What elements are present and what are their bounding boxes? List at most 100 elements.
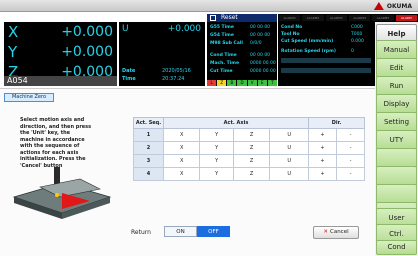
cond-row: Tool No T000 [281, 32, 363, 37]
seq-number: 3 [133, 154, 164, 168]
time-row: Cut Time 0000 00 00 [210, 69, 276, 74]
axis-select-z[interactable]: Z [232, 128, 271, 142]
alarm-item: ALARM3 [325, 15, 347, 21]
cond-row: Cut Speed (mm/min) 0.000 [281, 39, 364, 44]
axis-select-y[interactable]: Y [199, 141, 234, 155]
axis-select-x[interactable]: X [162, 128, 201, 142]
axis-select-z[interactable]: Z [232, 141, 271, 155]
axis-select-x[interactable]: X [162, 167, 201, 181]
time-value: 20:37:24 [162, 76, 185, 82]
alarm-item: ALARM4 [348, 15, 371, 21]
date-time-panel: Date 2020/05/16 Time 20:37:24 [119, 62, 205, 86]
seq-header: Act. Seq. [133, 117, 164, 129]
time-row: Time 20:37:24 [122, 76, 185, 82]
led-indicator: V [247, 80, 257, 86]
axis-row-y: Y +0.000 [4, 42, 117, 62]
seq-number: 4 [133, 167, 164, 181]
axis-select-y[interactable]: Y [199, 128, 234, 142]
u-axis-label: U [122, 24, 129, 34]
axis-select-x[interactable]: X [162, 154, 201, 168]
table-row: 1 X Y Z U + - [133, 128, 365, 142]
time-row: Mach. Time 0000 00 00 [210, 61, 276, 66]
axis-select-y[interactable]: Y [199, 167, 234, 181]
return-on-button[interactable]: ON [164, 226, 197, 237]
alarm-item: ALARM2 [302, 15, 324, 21]
condition-panel: Cond No C000 Tool No T000 Cut Speed (mm/mi… [278, 22, 375, 86]
machine-illustration [12, 167, 112, 219]
alarm-item: ALARM1 [279, 15, 301, 21]
dir-plus[interactable]: + [308, 141, 337, 155]
time-row: G54 Time 00 00 00 [210, 33, 271, 38]
axis-select-z[interactable]: Z [232, 154, 271, 168]
axis-select-u[interactable]: U [269, 167, 309, 181]
table-row: 2 X Y Z U + - [133, 141, 365, 155]
u-axis-display: U +0.000 [119, 22, 205, 62]
axis-select-u[interactable]: U [269, 141, 309, 155]
u-axis-value: +0.000 [167, 24, 201, 34]
manual-button[interactable]: Manual [376, 40, 417, 60]
title-strip: OKUMA [0, 0, 418, 12]
setting-button[interactable]: Setting [376, 112, 417, 132]
edit-button[interactable]: Edit [376, 58, 417, 78]
return-label: Return [131, 229, 151, 236]
blank-function-button[interactable] [376, 166, 417, 186]
seq-number: 1 [133, 128, 164, 142]
instruction-text: Select motion axis and direction, and th… [20, 117, 92, 169]
date-value: 2020/05/16 [162, 68, 191, 74]
axis-value: +0.000 [61, 44, 113, 60]
axis-label: X [8, 23, 19, 41]
return-toggle: ON OFF [164, 226, 230, 237]
axis-label: Y [8, 43, 18, 61]
cond-gauge-bar [281, 68, 371, 73]
alarm-bar: ALARM1 ALARM2 ALARM3 ALARM4 ALARM5 ALARM [278, 14, 418, 22]
table-row: 4 X Y Z U + - [133, 167, 365, 181]
table-row: 3 X Y Z U + - [133, 154, 365, 168]
led-indicator: E [257, 80, 267, 86]
axis-header: Act. Axis [163, 117, 309, 129]
axis-select-x[interactable]: X [162, 141, 201, 155]
status-led-row: L Z B D V E T [207, 80, 277, 86]
led-indicator: D [237, 80, 247, 86]
led-indicator: L [207, 80, 217, 86]
dir-plus[interactable]: + [308, 167, 337, 181]
date-row: Date 2020/05/16 [122, 68, 191, 74]
display-button[interactable]: Display [376, 94, 417, 114]
axis-select-z[interactable]: Z [232, 167, 271, 181]
time-row: Cond Time 00 00 00 [210, 53, 271, 58]
dir-minus[interactable]: - [336, 154, 365, 168]
program-name: A054 [7, 76, 28, 85]
time-row: M98 Sub Call 0/0/0 [210, 41, 262, 46]
sequence-table: Act. Seq. Act. Axis Dir. 1 X Y Z U + - 2… [133, 117, 365, 181]
brand-logo: OKUMA [373, 1, 412, 11]
axis-select-u[interactable]: U [269, 128, 309, 142]
blank-function-button[interactable] [376, 184, 417, 204]
cond-gauge-bar [281, 58, 371, 63]
status-title: Reset [221, 14, 238, 21]
cond-row: Cond No C000 [281, 25, 363, 30]
dir-header: Dir. [308, 117, 365, 129]
brand-name: OKUMA [386, 2, 412, 10]
led-indicator: T [267, 80, 277, 86]
seq-number: 2 [133, 141, 164, 155]
dir-plus[interactable]: + [308, 154, 337, 168]
cond-button[interactable]: Cond [376, 240, 417, 255]
mode-label: Machine Zero [4, 93, 54, 102]
dir-minus[interactable]: - [336, 167, 365, 181]
cond-row: Rotation Speed (rpm) 0 [281, 49, 354, 54]
dir-minus[interactable]: - [336, 141, 365, 155]
time-row: G55 Time 00 00 00 [210, 25, 271, 30]
alarm-item: ALARM5 [372, 15, 394, 21]
status-header: Reset [207, 14, 277, 22]
uty-button[interactable]: UTY [376, 130, 417, 150]
blank-function-button[interactable] [376, 148, 417, 168]
alarm-item-active: ALARM [395, 15, 417, 21]
close-icon: ✕ [323, 229, 328, 235]
return-off-button[interactable]: OFF [197, 226, 230, 237]
axis-select-y[interactable]: Y [199, 154, 234, 168]
axis-select-u[interactable]: U [269, 154, 309, 168]
led-indicator: B [227, 80, 237, 86]
run-button[interactable]: Run [376, 76, 417, 96]
dir-minus[interactable]: - [336, 128, 365, 142]
dir-plus[interactable]: + [308, 128, 337, 142]
cancel-button[interactable]: ✕ Cancel [313, 226, 359, 239]
